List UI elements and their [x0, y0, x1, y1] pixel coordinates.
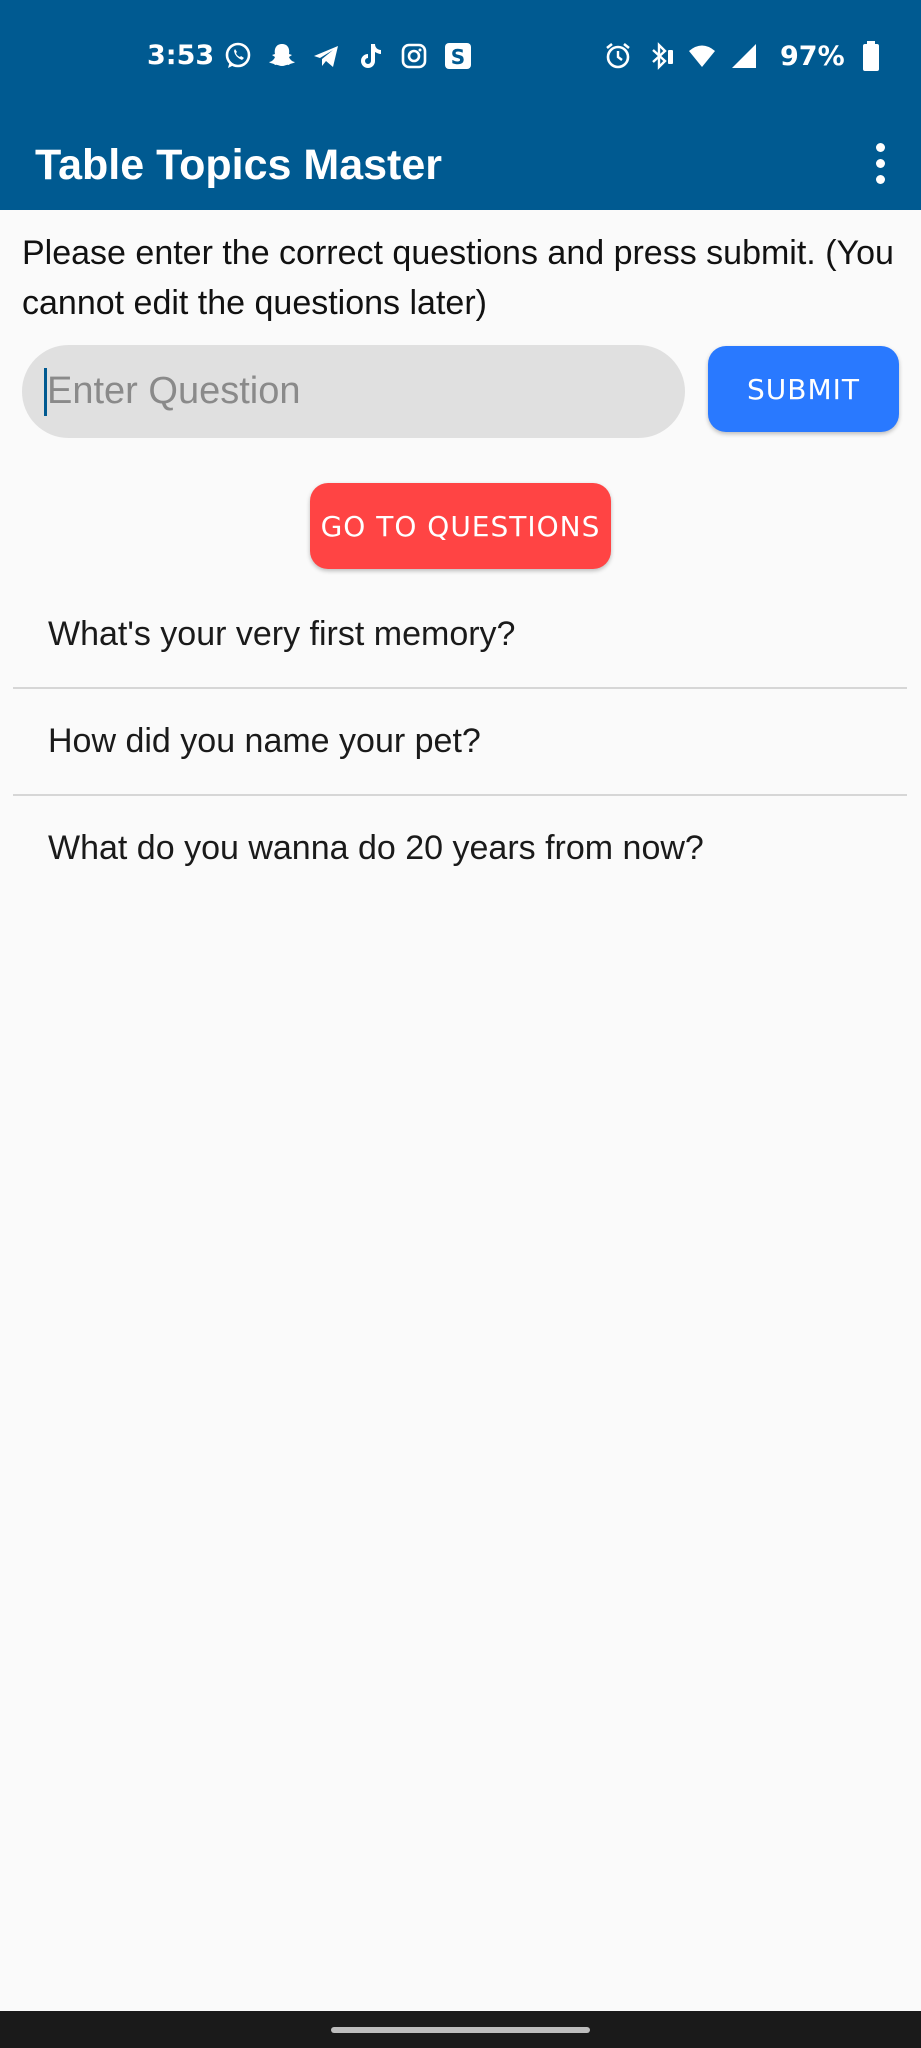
submit-button[interactable]: SUBMIT: [708, 346, 899, 432]
alarm-icon: [602, 40, 634, 72]
list-item[interactable]: What's your very first memory?: [13, 582, 907, 687]
app-title: Table Topics Master: [35, 141, 443, 189]
instagram-icon: [398, 40, 430, 72]
status-bar: 3:53 S 97%: [0, 0, 921, 117]
home-gesture-handle[interactable]: [331, 2027, 590, 2033]
instructions-text: Please enter the correct questions and p…: [22, 234, 894, 322]
whatsapp-icon: [222, 40, 254, 72]
snapchat-icon: [266, 40, 298, 72]
status-time: 3:53: [147, 40, 215, 71]
svg-text:S: S: [451, 45, 465, 69]
bluetooth-icon: [644, 40, 676, 72]
signal-icon: [728, 40, 760, 72]
notification-icons: S: [222, 40, 474, 72]
system-icons: 97%: [602, 40, 887, 72]
list-item[interactable]: How did you name your pet?: [13, 689, 907, 794]
battery-icon: [855, 40, 887, 72]
question-input[interactable]: [22, 345, 685, 438]
navigation-bar: [0, 2011, 921, 2048]
app-bar: Table Topics Master: [0, 117, 921, 210]
question-list: What's your very first memory? How did y…: [13, 582, 907, 901]
battery-percent: 97%: [780, 40, 845, 72]
list-item[interactable]: What do you wanna do 20 years from now?: [13, 796, 907, 901]
more-vert-icon[interactable]: [865, 131, 895, 195]
telegram-icon: [310, 40, 342, 72]
s-app-icon: S: [442, 40, 474, 72]
tiktok-icon: [354, 40, 386, 72]
wifi-icon: [686, 40, 718, 72]
text-cursor: [44, 368, 47, 416]
go-to-questions-button[interactable]: GO TO QUESTIONS: [310, 483, 611, 569]
